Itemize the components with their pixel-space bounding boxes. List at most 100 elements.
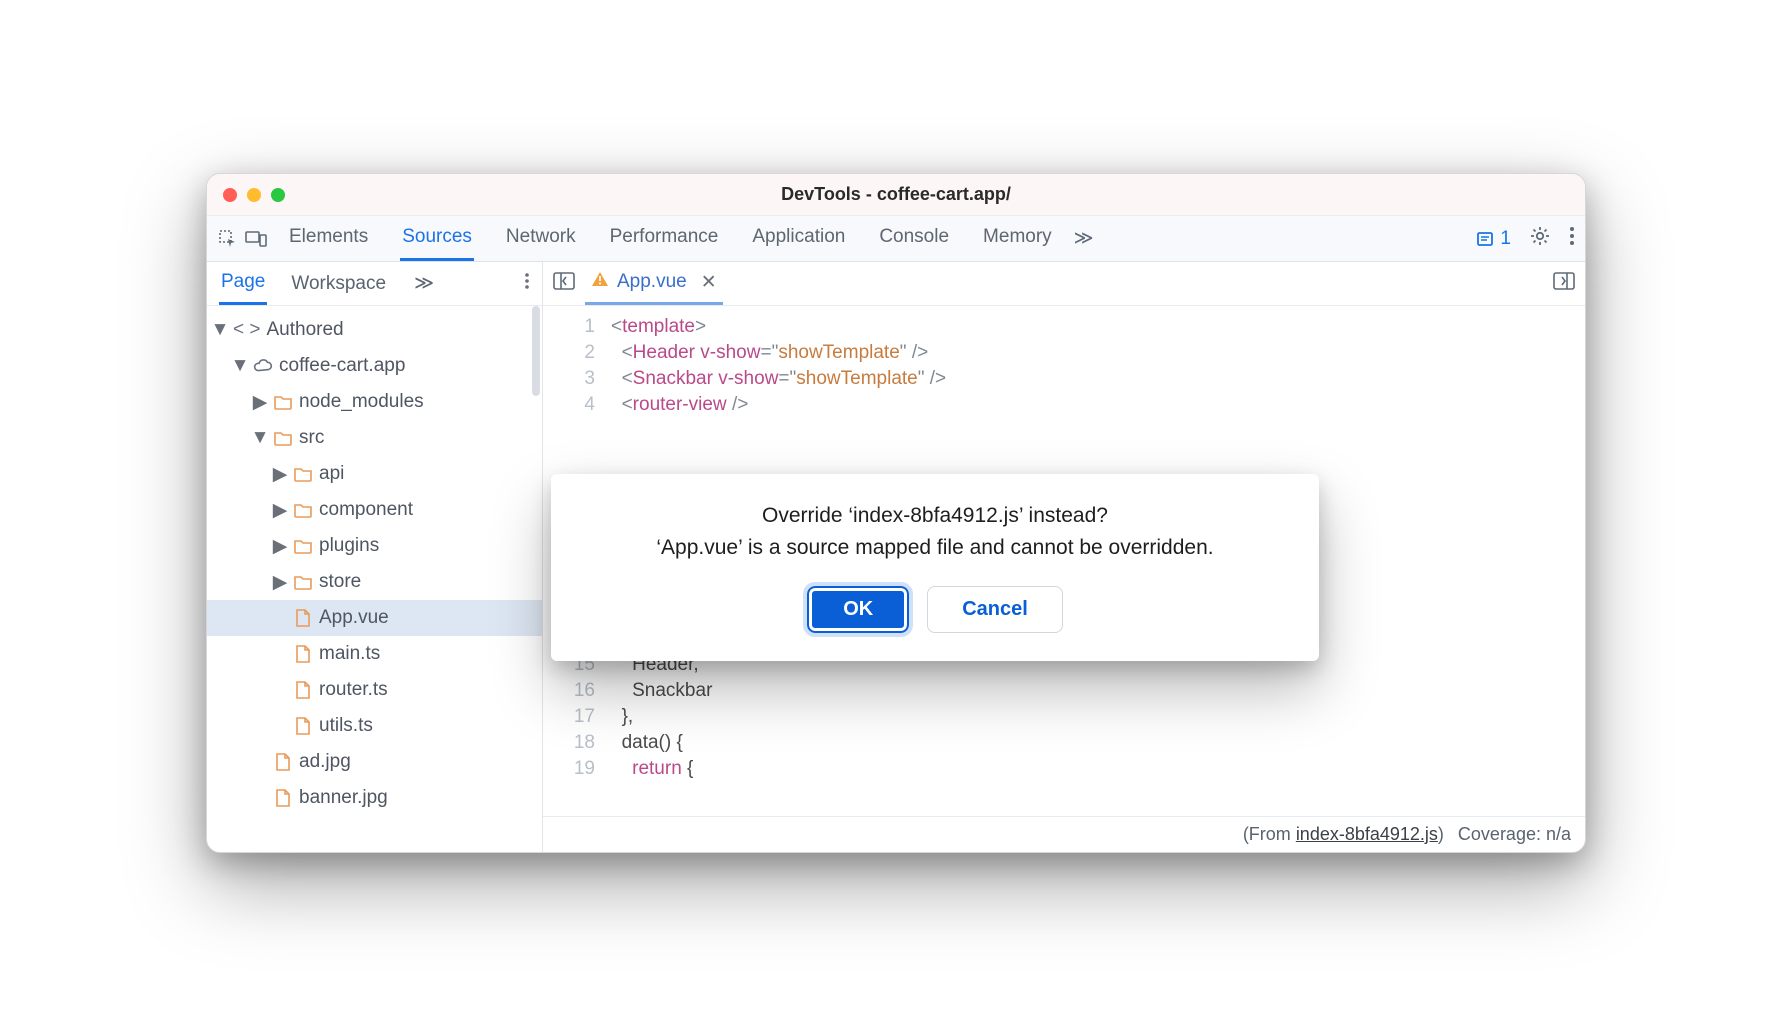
tree-label: src (299, 427, 324, 449)
file-icon (273, 788, 293, 808)
kebab-menu-button[interactable] (1569, 226, 1575, 252)
tree-label: utils.ts (319, 715, 373, 737)
nav-tab-page[interactable]: Page (219, 262, 267, 305)
tree-site[interactable]: ▼ coffee-cart.app (207, 348, 542, 384)
devtools-window: DevTools - coffee-cart.app/ Elements Sour… (206, 173, 1586, 853)
file-icon (273, 752, 293, 772)
ok-button[interactable]: OK (807, 586, 909, 633)
tree-label: banner.jpg (299, 787, 388, 809)
tree-label: main.ts (319, 643, 380, 665)
kebab-icon (1569, 226, 1575, 246)
file-icon (293, 680, 313, 700)
editor-tab-label: App.vue (617, 271, 687, 293)
panel-tab-sources[interactable]: Sources (400, 216, 474, 261)
tree-label: Authored (266, 319, 343, 341)
disclosure-triangle-icon: ▶ (253, 391, 267, 414)
tree-file-ad-jpg[interactable]: ad.jpg (207, 744, 542, 780)
editor-tab-appvue[interactable]: App.vue ✕ (585, 262, 723, 305)
close-window-button[interactable] (223, 188, 237, 202)
folder-icon (273, 428, 293, 448)
toggle-debugger-button[interactable] (1553, 271, 1575, 297)
source-map-origin: (From index-8bfa4912.js) (1243, 824, 1444, 845)
dialog-line-2: ‘App.vue’ is a source mapped file and ca… (581, 532, 1289, 564)
navigator-pane: Page Workspace ≫ ▼ < > Authored ▼ coffee-cart.… (207, 262, 543, 852)
tree-file-app-vue[interactable]: App.vue (207, 600, 542, 636)
file-icon (293, 608, 313, 628)
tree-label: node_modules (299, 391, 424, 413)
file-icon (293, 716, 313, 736)
tree-folder-store[interactable]: ▶ store (207, 564, 542, 600)
nav-tab-workspace[interactable]: Workspace (289, 264, 388, 304)
folder-icon (273, 392, 293, 412)
nav-kebab-button[interactable] (524, 272, 530, 296)
source-map-link[interactable]: index-8bfa4912.js (1296, 824, 1438, 844)
tree-label: store (319, 571, 361, 593)
panel-tab-application[interactable]: Application (750, 216, 847, 261)
disclosure-triangle-icon: ▼ (213, 319, 227, 341)
toggle-navigator-button[interactable] (553, 271, 575, 297)
minimize-window-button[interactable] (247, 188, 261, 202)
navigator-tabs: Page Workspace ≫ (207, 262, 542, 306)
device-toolbar-icon[interactable] (245, 228, 267, 250)
main-toolbar: Elements Sources Network Performance Applica… (207, 216, 1585, 262)
dialog-line-1: Override ‘index-8bfa4912.js’ instead? (581, 500, 1289, 532)
file-icon (293, 644, 313, 664)
close-tab-button[interactable]: ✕ (701, 271, 717, 294)
cloud-icon (253, 356, 273, 376)
zoom-window-button[interactable] (271, 188, 285, 202)
disclosure-triangle-icon: ▼ (253, 427, 267, 449)
scrollbar-thumb[interactable] (532, 306, 540, 396)
override-dialog: Override ‘index-8bfa4912.js’ instead? ‘A… (551, 474, 1319, 661)
authored-icon: < > (233, 319, 260, 341)
tree-file-utils-ts[interactable]: utils.ts (207, 708, 542, 744)
panel-tab-elements[interactable]: Elements (287, 216, 370, 261)
coverage-label: Coverage: n/a (1458, 824, 1571, 845)
issues-icon (1476, 230, 1494, 248)
panel-tab-memory[interactable]: Memory (981, 216, 1054, 261)
tree-folder-plugins[interactable]: ▶ plugins (207, 528, 542, 564)
folder-icon (293, 536, 313, 556)
warning-icon (591, 270, 609, 294)
more-panels-button[interactable]: ≫ (1074, 227, 1094, 250)
panel-tab-network[interactable]: Network (504, 216, 578, 261)
tree-file-main-ts[interactable]: main.ts (207, 636, 542, 672)
editor-tabstrip: App.vue ✕ (543, 262, 1585, 306)
tree-label: App.vue (319, 607, 389, 629)
folder-icon (293, 572, 313, 592)
disclosure-triangle-icon: ▶ (273, 535, 287, 558)
tree-folder-component[interactable]: ▶ component (207, 492, 542, 528)
panel-tab-performance[interactable]: Performance (608, 216, 721, 261)
tree-label: router.ts (319, 679, 388, 701)
nav-more-button[interactable]: ≫ (414, 272, 434, 295)
window-title: DevTools - coffee-cart.app/ (781, 184, 1011, 205)
folder-icon (293, 500, 313, 520)
folder-icon (293, 464, 313, 484)
disclosure-triangle-icon: ▼ (233, 355, 247, 377)
tree-src[interactable]: ▼ src (207, 420, 542, 456)
file-tree[interactable]: ▼ < > Authored ▼ coffee-cart.app ▶ node_module… (207, 306, 542, 852)
disclosure-triangle-icon: ▶ (273, 463, 287, 486)
tree-file-router-ts[interactable]: router.ts (207, 672, 542, 708)
issues-button[interactable]: 1 (1476, 228, 1511, 250)
tree-label: plugins (319, 535, 379, 557)
tree-label: api (319, 463, 344, 485)
inspect-element-icon[interactable] (217, 228, 239, 250)
tree-label: component (319, 499, 413, 521)
tree-label: coffee-cart.app (279, 355, 405, 377)
issues-count: 1 (1500, 228, 1511, 250)
tree-folder-api[interactable]: ▶ api (207, 456, 542, 492)
panel-tabs: Elements Sources Network Performance Applica… (287, 216, 1054, 261)
tree-authored[interactable]: ▼ < > Authored (207, 312, 542, 348)
disclosure-triangle-icon: ▶ (273, 571, 287, 594)
gear-icon (1529, 225, 1551, 247)
titlebar: DevTools - coffee-cart.app/ (207, 174, 1585, 216)
settings-button[interactable] (1529, 225, 1551, 253)
tree-label: ad.jpg (299, 751, 351, 773)
editor-statusbar: (From index-8bfa4912.js) Coverage: n/a (543, 816, 1585, 852)
tree-file-banner-jpg[interactable]: banner.jpg (207, 780, 542, 816)
panel-tab-console[interactable]: Console (877, 216, 951, 261)
tree-node-modules[interactable]: ▶ node_modules (207, 384, 542, 420)
disclosure-triangle-icon: ▶ (273, 499, 287, 522)
cancel-button[interactable]: Cancel (927, 586, 1063, 633)
window-controls (223, 188, 285, 202)
